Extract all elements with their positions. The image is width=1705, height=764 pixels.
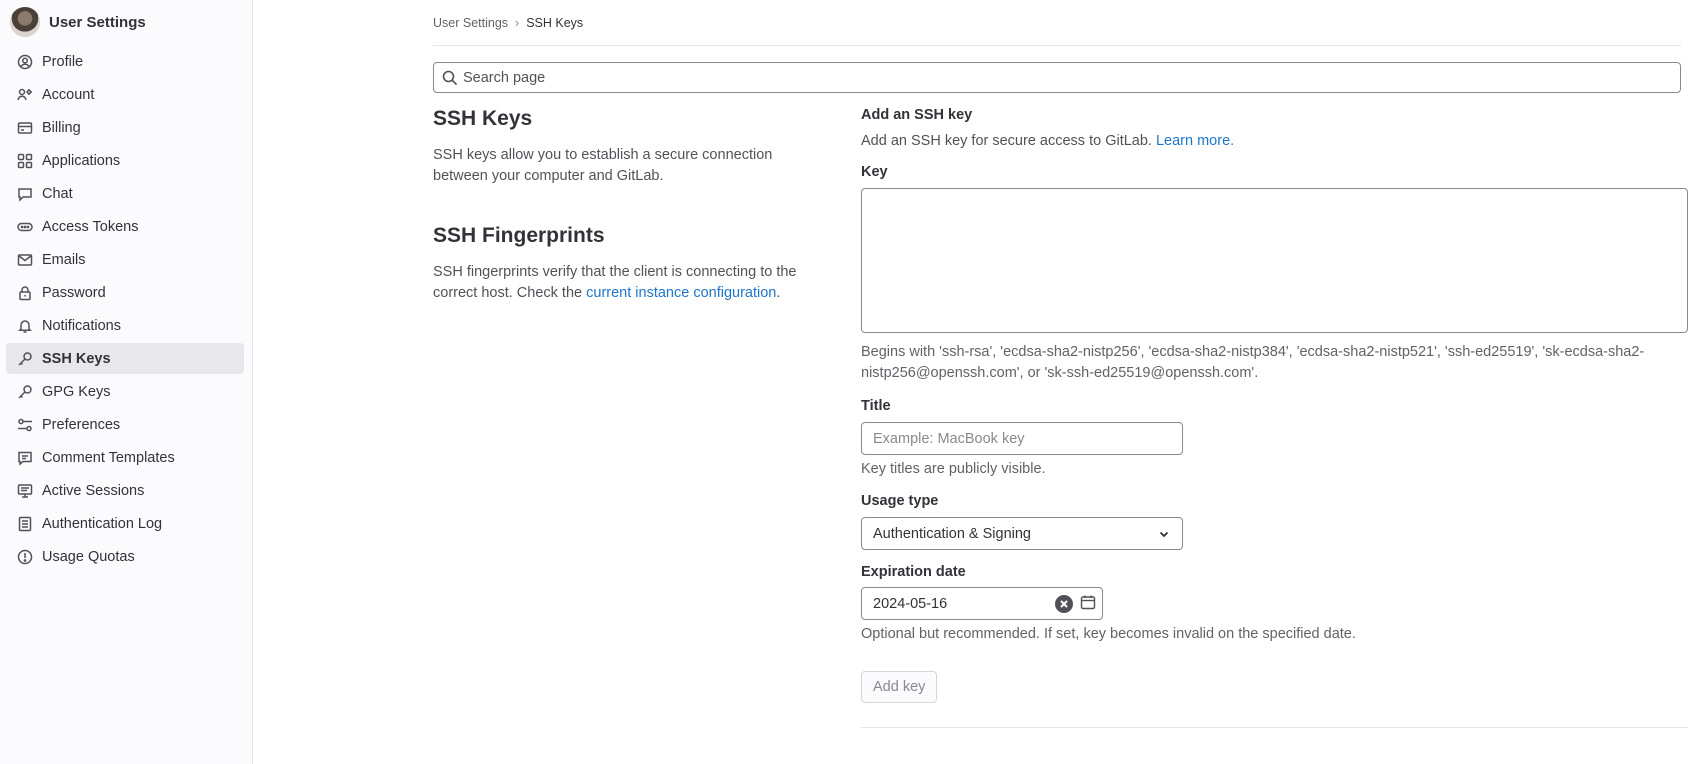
quota-icon <box>17 549 33 565</box>
calendar-icon[interactable] <box>1080 594 1096 614</box>
sidebar-item-label: Billing <box>42 119 81 136</box>
ssh-fingerprints-heading: SSH Fingerprints <box>433 224 605 247</box>
sidebar-item-label: Comment Templates <box>42 449 175 466</box>
sidebar-item-label: Access Tokens <box>42 218 139 235</box>
sidebar-item-label: Profile <box>42 53 84 70</box>
key-help-text: Begins with 'ssh-rsa', 'ecdsa-sha2-nistp… <box>861 344 1645 381</box>
add-key-button[interactable]: Add key <box>861 671 938 703</box>
expiration-date-value: 2024-05-16 <box>873 595 948 612</box>
sidebar-item-label: Notifications <box>42 317 121 334</box>
ssh-keys-description: SSH keys allow you to establish a secure… <box>433 147 773 184</box>
sidebar-item-label: Authentication Log <box>42 515 163 532</box>
key-icon <box>17 351 33 367</box>
sidebar-item-profile[interactable]: Profile <box>6 46 244 77</box>
content-columns: SSH Keys SSH keys allow you to establish… <box>433 107 1688 728</box>
sidebar-item-label: GPG Keys <box>42 383 111 400</box>
sidebar-item-gpg-keys[interactable]: GPG Keys <box>6 376 244 407</box>
title-help-text: Key titles are publicly visible. <box>861 461 1046 477</box>
main-content: User Settings › SSH Keys SSH Keys SSH ke… <box>253 0 1705 764</box>
sidebar-title: User Settings <box>49 13 146 31</box>
ssh-fingerprints-description: SSH fingerprints verify that the client … <box>433 262 823 304</box>
sidebar-item-ssh-keys[interactable]: SSH Keys <box>6 343 244 374</box>
account-icon <box>17 87 33 103</box>
sidebar: User Settings Profile Account Billing Appli… <box>0 0 253 764</box>
learn-more-link[interactable]: Learn more. <box>1156 133 1234 149</box>
expiration-date-input[interactable]: 2024-05-16 <box>861 587 1103 620</box>
token-icon <box>17 219 33 235</box>
sidebar-item-label: Emails <box>42 251 86 268</box>
key-label: Key <box>861 164 888 180</box>
title-label: Title <box>861 398 891 414</box>
sidebar-item-notifications[interactable]: Notifications <box>6 310 244 341</box>
key-icon <box>17 384 33 400</box>
sidebar-item-authentication-log[interactable]: Authentication Log <box>6 508 244 539</box>
sidebar-item-applications[interactable]: Applications <box>6 145 244 176</box>
comment-icon <box>17 450 33 466</box>
sidebar-item-label: Applications <box>42 152 121 169</box>
usage-type-select[interactable]: Authentication & Signing <box>861 517 1183 550</box>
search-box <box>433 62 1681 93</box>
preferences-icon <box>17 417 33 433</box>
sidebar-item-chat[interactable]: Chat <box>6 178 244 209</box>
sidebar-item-label: Active Sessions <box>42 482 145 499</box>
chevron-down-icon <box>1159 531 1169 537</box>
breadcrumb: User Settings › SSH Keys <box>433 0 1681 46</box>
add-key-intro: Add an SSH key for secure access to GitL… <box>861 131 1688 152</box>
sidebar-item-emails[interactable]: Emails <box>6 244 244 275</box>
sidebar-item-preferences[interactable]: Preferences <box>6 409 244 440</box>
search-input[interactable] <box>463 69 1680 86</box>
sidebar-nav: Profile Account Billing Applications Chat Acc… <box>6 46 244 572</box>
sidebar-item-label: Chat <box>42 185 73 202</box>
breadcrumb-parent-link[interactable]: User Settings <box>433 16 508 30</box>
title-input[interactable] <box>861 422 1183 455</box>
sidebar-item-label: Usage Quotas <box>42 548 135 565</box>
left-column: SSH Keys SSH keys allow you to establish… <box>433 107 861 728</box>
search-icon <box>442 70 458 85</box>
sidebar-item-access-tokens[interactable]: Access Tokens <box>6 211 244 242</box>
add-key-form: Add an SSH key Add an SSH key for secure… <box>861 107 1688 728</box>
applications-icon <box>17 153 33 169</box>
app-root: User Settings Profile Account Billing Appli… <box>0 0 1705 764</box>
key-textarea[interactable] <box>861 188 1688 333</box>
sidebar-item-account[interactable]: Account <box>6 79 244 110</box>
sidebar-item-password[interactable]: Password <box>6 277 244 308</box>
avatar[interactable] <box>10 7 40 37</box>
instance-configuration-link[interactable]: current instance configuration <box>586 285 776 301</box>
monitor-icon <box>17 483 33 499</box>
clear-icon[interactable] <box>1055 594 1073 613</box>
usage-type-label: Usage type <box>861 493 939 509</box>
bottom-divider <box>861 727 1688 728</box>
chat-icon <box>17 186 33 202</box>
billing-icon <box>17 120 33 136</box>
add-key-intro-text: Add an SSH key for secure access to GitL… <box>861 133 1156 149</box>
sidebar-item-billing[interactable]: Billing <box>6 112 244 143</box>
sidebar-item-label: Preferences <box>42 416 121 433</box>
sidebar-item-usage-quotas[interactable]: Usage Quotas <box>6 541 244 572</box>
sidebar-item-comment-templates[interactable]: Comment Templates <box>6 442 244 473</box>
fingerprints-text-end: . <box>776 285 781 301</box>
breadcrumb-separator: › <box>515 15 520 30</box>
sidebar-item-label: Password <box>42 284 106 301</box>
sidebar-item-label: Account <box>42 86 95 103</box>
bell-icon <box>17 318 33 334</box>
profile-icon <box>17 54 33 70</box>
ssh-keys-heading: SSH Keys <box>433 107 533 130</box>
breadcrumb-current: SSH Keys <box>526 15 584 30</box>
expiration-help-text: Optional but recommended. If set, key be… <box>861 626 1356 642</box>
sidebar-item-active-sessions[interactable]: Active Sessions <box>6 475 244 506</box>
lock-icon <box>17 285 33 301</box>
usage-type-value: Authentication & Signing <box>873 525 1031 542</box>
expiration-date-label: Expiration date <box>861 564 966 580</box>
sidebar-header: User Settings <box>6 4 244 40</box>
log-icon <box>17 516 33 532</box>
sidebar-item-label: SSH Keys <box>42 350 111 367</box>
mail-icon <box>17 252 33 268</box>
add-key-heading: Add an SSH key <box>861 107 973 123</box>
